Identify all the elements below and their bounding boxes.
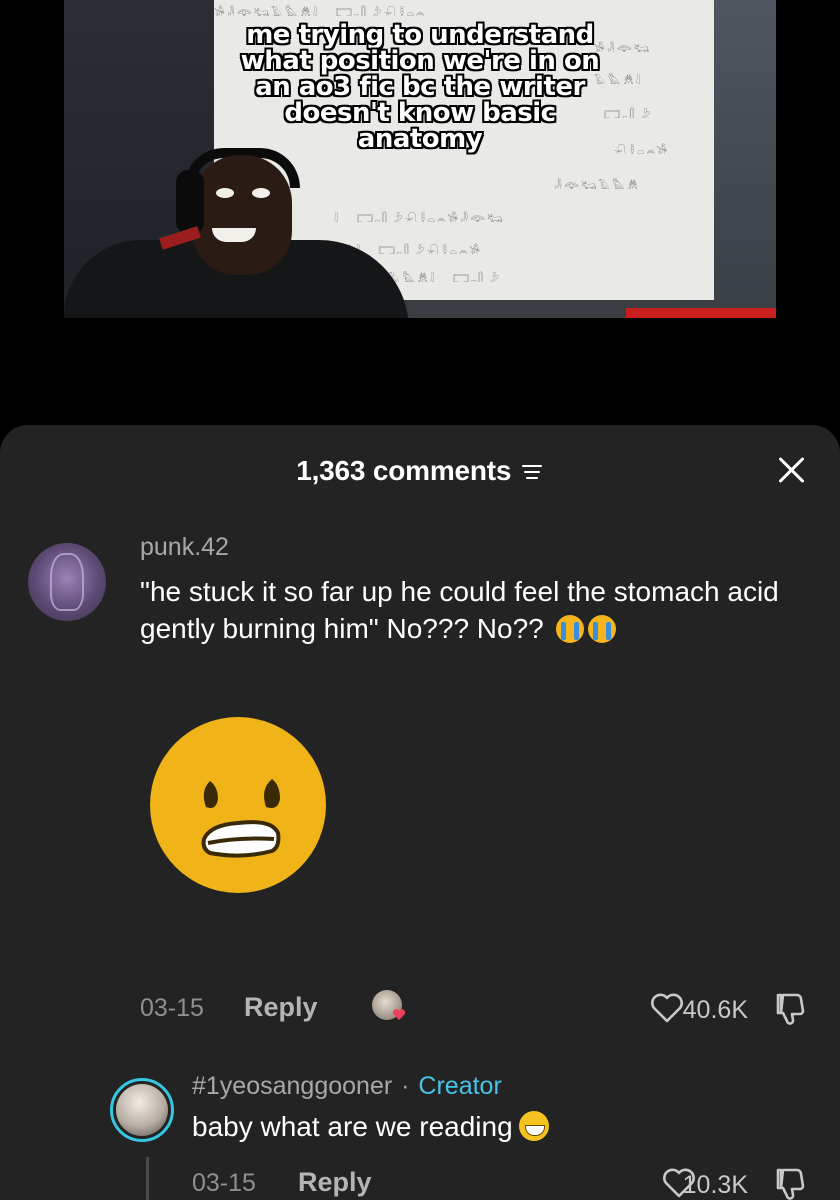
video-player[interactable]: 𓀀𓁐𓂀𓃒𓄿𓅓𓆣𓇋𓈖𓉐𓊪𓋴𓌳𓍯𓎛𓏏𓐍 𓀀𓁐𓂀𓃒 𓄿𓅓𓆣𓇋𓈖 𓉐𓊪𓋴𓌳 𓍯𓎛𓏏𓐍𓀀 … (0, 0, 840, 425)
like-count: 10.3K (682, 1171, 748, 1199)
comment-count: 1,363 comments (296, 455, 512, 486)
reply-user-line: #1yeosanggooner · Creator (192, 1072, 502, 1101)
reply-button[interactable]: Reply (244, 992, 318, 1023)
avatar[interactable] (28, 543, 106, 621)
grimacing-face-sticker-icon (150, 717, 326, 893)
thread-line (146, 1157, 149, 1200)
video-frame[interactable]: 𓀀𓁐𓂀𓃒𓄿𓅓𓆣𓇋𓈖𓉐𓊪𓋴𓌳𓍯𓎛𓏏𓐍 𓀀𓁐𓂀𓃒 𓄿𓅓𓆣𓇋𓈖 𓉐𓊪𓋴𓌳 𓍯𓎛𓏏𓐍𓀀 … (64, 0, 776, 318)
caption-line: doesn't know basic (284, 98, 556, 128)
comment-body: "he stuck it so far up he could feel the… (140, 573, 800, 647)
reply-meta-row: 03-15 Reply 10.3K (192, 1165, 820, 1200)
comment-text: "he stuck it so far up he could feel the… (140, 576, 779, 644)
loudly-crying-face-icon (587, 615, 616, 643)
meme-caption: me trying to understand what position we… (64, 22, 776, 152)
reply-username[interactable]: #1yeosanggooner (192, 1072, 392, 1100)
like-count: 40.6K (682, 996, 748, 1024)
close-x-icon[interactable] (778, 455, 806, 483)
caption-line: what position we're in on (240, 46, 600, 76)
creator-badge: Creator (418, 1072, 502, 1100)
comment-username[interactable]: punk.42 (140, 533, 229, 562)
separator-dot: · (401, 1072, 410, 1100)
dislike-icon[interactable] (774, 1167, 808, 1200)
caption-line: an ao3 fic bc the writer (255, 72, 585, 102)
heart-filled-icon (392, 1009, 406, 1020)
reply-button[interactable]: Reply (298, 1167, 372, 1198)
reply-avatar[interactable] (110, 1078, 174, 1142)
caption-line: me trying to understand (246, 20, 594, 50)
sort-lines-icon[interactable] (521, 462, 544, 480)
loudly-crying-face-icon (555, 615, 584, 643)
like-heart-icon[interactable] (650, 992, 684, 1024)
comment-meta-row: 03-15 Reply 40.6K (140, 990, 820, 1026)
comments-sheet: 1,363 comments punk.42 "he stuck it so f… (0, 425, 840, 1200)
channel-logo-strip (626, 308, 776, 318)
reply-date: 03-15 (192, 1169, 256, 1197)
comment-date: 03-15 (140, 994, 204, 1022)
reply-text: baby what are we reading (192, 1111, 513, 1142)
reply-body: baby what are we reading (192, 1111, 549, 1143)
creator-liked-badge (372, 990, 408, 1024)
comments-header: 1,363 comments (0, 455, 840, 489)
caption-line: anatomy (357, 124, 483, 154)
streamer-figure (64, 148, 409, 318)
grinning-face-icon (518, 1111, 549, 1141)
dislike-icon[interactable] (774, 992, 808, 1026)
